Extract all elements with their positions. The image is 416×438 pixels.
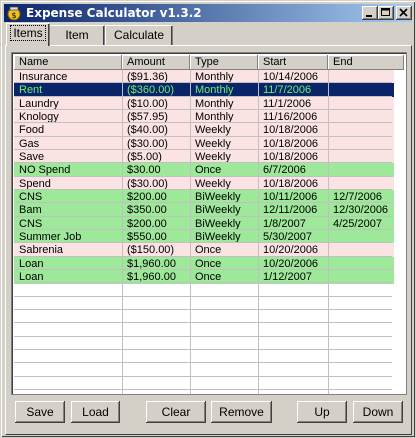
grid-hline [14, 188, 392, 190]
column-header-name[interactable]: Name [14, 55, 122, 70]
app-icon[interactable]: $ [6, 5, 22, 21]
grid-hline [14, 175, 392, 177]
grid-hline [14, 122, 392, 124]
grid-hline [14, 95, 392, 97]
svg-text:$: $ [11, 11, 16, 20]
grid-hline [14, 202, 392, 204]
grid-vline [190, 70, 191, 394]
grid-header: Name Amount Type Start End [14, 55, 404, 70]
tab-items[interactable]: Items [6, 23, 50, 46]
minimize-icon [366, 15, 372, 17]
grid-vline [122, 70, 123, 394]
grid-vline [258, 70, 259, 394]
grid-hline [14, 255, 392, 257]
column-header-start[interactable]: Start [258, 55, 328, 70]
grid-vline [328, 70, 329, 394]
close-button[interactable] [396, 6, 412, 20]
tab-calculate-label: Calculate [113, 28, 165, 42]
tab-strip: Items Item Calculate [4, 23, 412, 47]
window-title: Expense Calculator v1.3.2 [26, 6, 202, 20]
tab-item[interactable]: Item [49, 25, 105, 45]
grid-hline [14, 268, 392, 270]
grid-hline [14, 388, 392, 390]
grid-hline [14, 82, 392, 84]
grid-hline [14, 282, 392, 284]
column-header-end[interactable]: End [328, 55, 404, 70]
save-button[interactable]: Save [15, 401, 65, 423]
app-window: $ Expense Calculator v1.3.2 Items Item C… [0, 0, 416, 438]
grid-hline [14, 308, 392, 310]
clear-button[interactable]: Clear [146, 401, 206, 423]
grid-hline [14, 335, 392, 337]
grid-hline [14, 322, 392, 324]
grid-hline [14, 348, 392, 350]
tab-item-label: Item [65, 28, 89, 42]
up-button[interactable]: Up [297, 401, 347, 423]
load-button[interactable]: Load [71, 401, 120, 423]
title-bar[interactable]: $ Expense Calculator v1.3.2 [4, 4, 412, 22]
items-grid[interactable]: Name Amount Type Start End Insurance ($91… [11, 52, 407, 395]
down-button[interactable]: Down [353, 401, 403, 423]
grid-hline [14, 148, 392, 150]
grid-hline [14, 162, 392, 164]
grid-hline [14, 362, 392, 364]
grid-hline [14, 295, 392, 297]
minimize-button[interactable] [362, 6, 378, 20]
grid-hline [14, 135, 392, 137]
tab-items-label: Items [10, 25, 46, 41]
maximize-button[interactable] [378, 6, 394, 20]
grid-hline [14, 375, 392, 377]
column-header-amount[interactable]: Amount [122, 55, 190, 70]
grid-hline [14, 242, 392, 244]
close-icon [399, 8, 408, 17]
maximize-icon [381, 8, 390, 16]
column-header-type[interactable]: Type [190, 55, 258, 70]
remove-button[interactable]: Remove [211, 401, 272, 423]
tab-calculate[interactable]: Calculate [105, 25, 173, 45]
grid-hline [14, 108, 392, 110]
grid-hline [14, 215, 392, 217]
grid-hline [14, 228, 392, 230]
